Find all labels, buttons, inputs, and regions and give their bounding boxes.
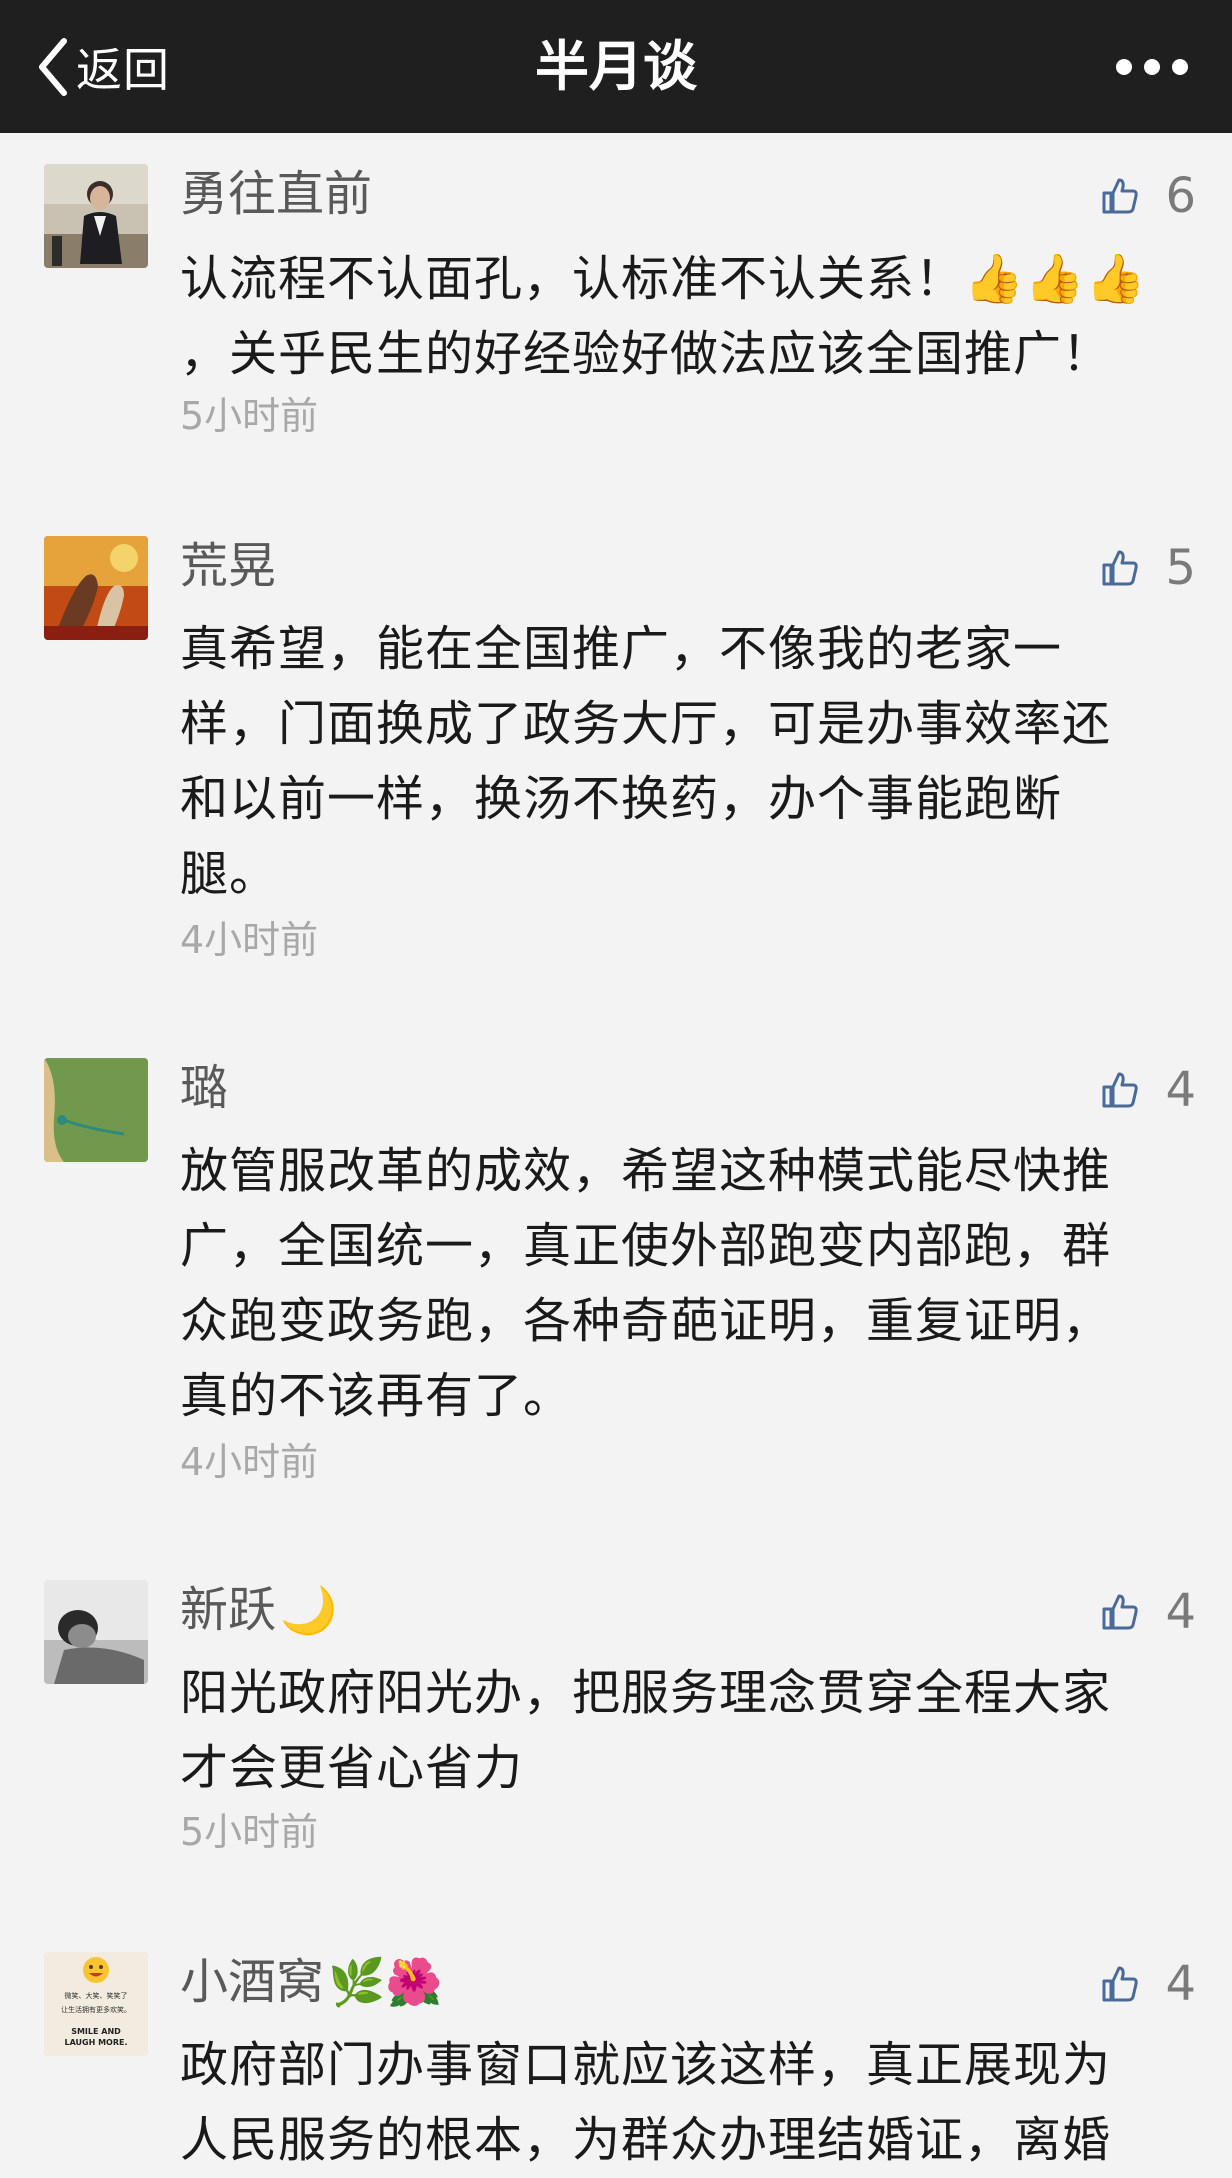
comment-text: 认流程不认面孔，认标准不认关系！👍👍👍 ，关乎民生的好经验好做法应该全国推广！	[180, 251, 1147, 382]
thumbs-up-icon	[1101, 1071, 1139, 1109]
thumbs-up-icon	[1101, 1965, 1139, 2003]
like-count: 5	[1165, 540, 1196, 596]
nickname-text: 小酒窝	[180, 1954, 325, 2010]
avatar[interactable]	[44, 1058, 148, 1162]
comment-item: 璐 4 放管服改革的成效，希望这种模式能尽快推 广，全国统一，真正使外部跑变内部…	[0, 1058, 1232, 1498]
moon-emoji: 🌙	[280, 1583, 338, 1637]
like-count: 4	[1165, 1956, 1196, 2012]
like-count: 4	[1165, 1584, 1196, 1640]
comment-item: 微笑、大笑、笑笑了 让生活拥有更多欢笑。 SMILE AND LAUGH MOR…	[0, 1952, 1232, 2168]
nickname-text: 新跃	[180, 1582, 277, 1638]
avatar[interactable]	[44, 1580, 148, 1684]
avatar[interactable]	[44, 164, 148, 268]
svg-text:LAUGH MORE.: LAUGH MORE.	[64, 2038, 127, 2047]
page-title: 半月谈	[535, 35, 697, 98]
avatar[interactable]: 微笑、大笑、笑笑了 让生活拥有更多欢笑。 SMILE AND LAUGH MOR…	[44, 1952, 148, 2056]
nickname[interactable]: 璐	[180, 1058, 228, 1118]
nickname[interactable]: 荒晃	[180, 536, 276, 596]
comment-text: 真希望，能在全国推广，不像我的老家一 样，门面换成了政务大厅，可是办事效率还 和…	[180, 621, 1112, 902]
comment-item: 勇往直前 6 认流程不认面孔，认标准不认关系！👍👍👍 ，关乎民生的好经验好做法应…	[0, 164, 1232, 464]
like-count: 6	[1165, 168, 1196, 224]
more-options-button[interactable]	[1104, 0, 1188, 133]
comment-item: 新跃🌙 4 阳光政府阳光办，把服务理念贯穿全程大家 才会更省心省力 5小时前	[0, 1580, 1232, 1880]
flower-emoji: 🌿🌺	[328, 1955, 443, 2009]
comment-time: 4小时前	[180, 918, 319, 962]
like-button[interactable]: 6	[1101, 168, 1196, 224]
top-nav-bar: 返回 半月谈	[0, 0, 1232, 133]
svg-text:让生活拥有更多欢笑。: 让生活拥有更多欢笑。	[61, 2005, 131, 2014]
comment-text: 放管服改革的成效，希望这种模式能尽快推 广，全国统一，真正使外部跑变内部跑，群 …	[180, 1143, 1112, 1424]
comment-time: 4小时前	[180, 1440, 319, 1484]
thumbs-up-icon	[1101, 1593, 1139, 1631]
comment-time: 5小时前	[180, 394, 319, 438]
like-button[interactable]: 4	[1101, 1584, 1196, 1640]
nickname[interactable]: 新跃🌙	[180, 1580, 337, 1640]
nickname[interactable]: 勇往直前	[180, 164, 372, 224]
thumbs-up-icon	[1101, 177, 1139, 215]
like-button[interactable]: 4	[1101, 1062, 1196, 1118]
chevron-left-icon	[36, 37, 70, 97]
like-button[interactable]: 5	[1101, 540, 1196, 596]
like-count: 4	[1165, 1062, 1196, 1118]
nickname[interactable]: 小酒窝🌿🌺	[180, 1952, 443, 2012]
svg-text:SMILE AND: SMILE AND	[71, 2027, 121, 2036]
comment-time: 5小时前	[180, 1810, 319, 1854]
more-dots-icon	[1104, 58, 1188, 75]
comment-text: 政府部门办事窗口就应该这样，真正展现为 人民服务的根本，为群众办理结婚证，离婚	[180, 2037, 1112, 2168]
back-label: 返回	[76, 42, 170, 97]
like-button[interactable]: 4	[1101, 1956, 1196, 2012]
comment-text: 阳光政府阳光办，把服务理念贯穿全程大家 才会更省心省力	[180, 1665, 1112, 1796]
back-button[interactable]: 返回	[36, 0, 170, 133]
svg-text:微笑、大笑、笑笑了: 微笑、大笑、笑笑了	[65, 1991, 128, 2000]
avatar[interactable]	[44, 536, 148, 640]
comment-item: 荒晃 5 真希望，能在全国推广，不像我的老家一 样，门面换成了政务大厅，可是办事…	[0, 536, 1232, 976]
thumbs-up-icon	[1101, 549, 1139, 587]
